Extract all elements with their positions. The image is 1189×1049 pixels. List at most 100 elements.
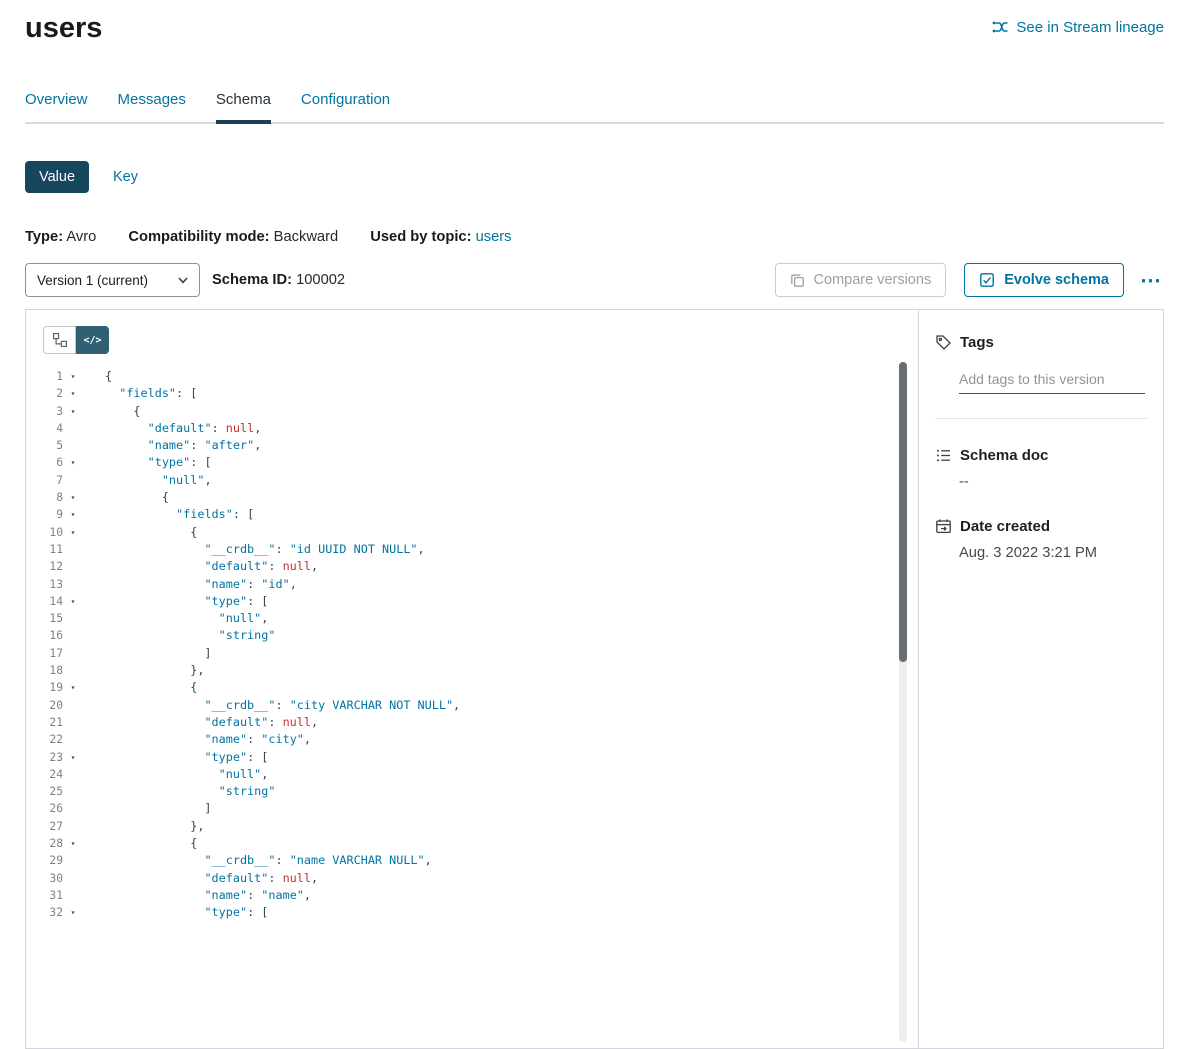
fold-spacer — [63, 645, 83, 662]
ellipsis-icon: ⋯ — [1140, 269, 1162, 292]
code-line: 22 "name": "city", — [26, 731, 918, 748]
code-line: 2▾ "fields": [ — [26, 385, 918, 402]
tags-title: Tags — [960, 334, 994, 351]
tab-overview[interactable]: Overview — [25, 91, 88, 122]
code-line: 10▾ { — [26, 524, 918, 541]
code-line: 23▾ "type": [ — [26, 749, 918, 766]
fold-spacer — [63, 576, 83, 593]
code-lines: 1▾{2▾ "fields": [3▾ {4 "default": null,5… — [26, 368, 918, 922]
fold-toggle-icon[interactable]: ▾ — [63, 524, 83, 541]
code-line: 25 "string" — [26, 783, 918, 800]
code-line: 5 "name": "after", — [26, 437, 918, 454]
fold-spacer — [63, 437, 83, 454]
fold-toggle-icon[interactable]: ▾ — [63, 835, 83, 852]
code-line: 18 }, — [26, 662, 918, 679]
code-view-icon: </> — [83, 335, 101, 346]
version-select-value: Version 1 (current) — [37, 273, 148, 288]
code-line: 6▾ "type": [ — [26, 454, 918, 471]
fold-spacer — [63, 627, 83, 644]
topic-meta: Used by topic: users — [370, 229, 511, 245]
schema-doc-header: Schema doc — [935, 447, 1147, 464]
code-line: 7 "null", — [26, 472, 918, 489]
value-toggle-button[interactable]: Value — [25, 161, 89, 193]
schema-sidebar: Tags Schema doc -- — [918, 310, 1163, 1048]
type-meta: Type: Avro — [25, 229, 96, 245]
fold-spacer — [63, 610, 83, 627]
topic-link[interactable]: users — [476, 229, 512, 245]
fold-toggle-icon[interactable]: ▾ — [63, 403, 83, 420]
editor-scrollbar[interactable] — [899, 362, 907, 1042]
sidebar-divider — [935, 418, 1147, 419]
tab-messages[interactable]: Messages — [118, 91, 186, 122]
version-select[interactable]: Version 1 (current) — [25, 263, 200, 297]
fold-spacer — [63, 558, 83, 575]
page-header: users See in Stream lineage — [25, 0, 1164, 45]
date-created-header: Date created — [935, 518, 1147, 535]
code-line: 28▾ { — [26, 835, 918, 852]
fold-spacer — [63, 472, 83, 489]
fold-toggle-icon[interactable]: ▾ — [63, 749, 83, 766]
fold-spacer — [63, 662, 83, 679]
date-created-section: Date created Aug. 3 2022 3:21 PM — [935, 518, 1147, 561]
key-toggle-button[interactable]: Key — [113, 161, 138, 193]
schema-id: Schema ID: 100002 — [212, 272, 345, 288]
code-line: 27 }, — [26, 818, 918, 835]
schema-doc-title: Schema doc — [960, 447, 1048, 464]
fold-spacer — [63, 714, 83, 731]
code-line: 13 "name": "id", — [26, 576, 918, 593]
fold-toggle-icon[interactable]: ▾ — [63, 368, 83, 385]
tags-input[interactable] — [959, 369, 1145, 394]
evolve-schema-label: Evolve schema — [1004, 272, 1109, 288]
editor-scrollbar-thumb[interactable] — [899, 362, 907, 662]
code-line: 32▾ "type": [ — [26, 904, 918, 921]
fold-spacer — [63, 870, 83, 887]
code-line: 14▾ "type": [ — [26, 593, 918, 610]
compare-versions-button[interactable]: Compare versions — [775, 263, 947, 297]
evolve-schema-button[interactable]: Evolve schema — [964, 263, 1124, 297]
schema-code-editor[interactable]: 1▾{2▾ "fields": [3▾ {4 "default": null,5… — [26, 368, 918, 922]
schema-doc-value: -- — [959, 474, 1147, 490]
schema-doc-section: Schema doc -- — [935, 447, 1147, 490]
fold-toggle-icon[interactable]: ▾ — [63, 506, 83, 523]
tags-header: Tags — [935, 334, 1147, 351]
fold-spacer — [63, 420, 83, 437]
chevron-down-icon — [178, 277, 188, 284]
fold-toggle-icon[interactable]: ▾ — [63, 385, 83, 402]
code-view-button[interactable]: </> — [76, 326, 109, 354]
fold-toggle-icon[interactable]: ▾ — [63, 489, 83, 506]
evolve-schema-icon — [979, 272, 995, 288]
code-line: 11 "__crdb__": "id UUID NOT NULL", — [26, 541, 918, 558]
more-actions-button[interactable]: ⋯ — [1138, 266, 1164, 295]
code-line: 12 "default": null, — [26, 558, 918, 575]
tab-configuration[interactable]: Configuration — [301, 91, 390, 122]
schema-page: users See in Stream lineage Overview Mes… — [0, 0, 1189, 1049]
schema-panel: </> 1▾{2▾ "fields": [3▾ {4 "default": nu… — [25, 309, 1164, 1049]
tree-view-button[interactable] — [43, 326, 76, 354]
fold-spacer — [63, 800, 83, 817]
date-created-value: Aug. 3 2022 3:21 PM — [959, 545, 1147, 561]
fold-spacer — [63, 852, 83, 869]
fold-toggle-icon[interactable]: ▾ — [63, 454, 83, 471]
fold-toggle-icon[interactable]: ▾ — [63, 593, 83, 610]
fold-toggle-icon[interactable]: ▾ — [63, 904, 83, 921]
schema-editor-pane: </> 1▾{2▾ "fields": [3▾ {4 "default": nu… — [26, 310, 918, 1048]
stream-lineage-link[interactable]: See in Stream lineage — [991, 18, 1164, 36]
tab-bar: Overview Messages Schema Configuration — [25, 91, 1164, 124]
tag-icon — [935, 334, 952, 351]
type-label: Type: — [25, 229, 63, 245]
code-line: 17 ] — [26, 645, 918, 662]
schema-id-value: 100002 — [296, 272, 345, 288]
topic-label: Used by topic: — [370, 229, 471, 245]
code-line: 16 "string" — [26, 627, 918, 644]
tree-view-icon — [52, 332, 68, 348]
type-value: Avro — [66, 229, 96, 245]
schema-doc-icon — [935, 447, 952, 464]
code-line: 30 "default": null, — [26, 870, 918, 887]
code-line: 31 "name": "name", — [26, 887, 918, 904]
code-line: 21 "default": null, — [26, 714, 918, 731]
code-line: 20 "__crdb__": "city VARCHAR NOT NULL", — [26, 697, 918, 714]
tab-schema[interactable]: Schema — [216, 91, 271, 122]
code-line: 26 ] — [26, 800, 918, 817]
fold-toggle-icon[interactable]: ▾ — [63, 679, 83, 696]
fold-spacer — [63, 541, 83, 558]
